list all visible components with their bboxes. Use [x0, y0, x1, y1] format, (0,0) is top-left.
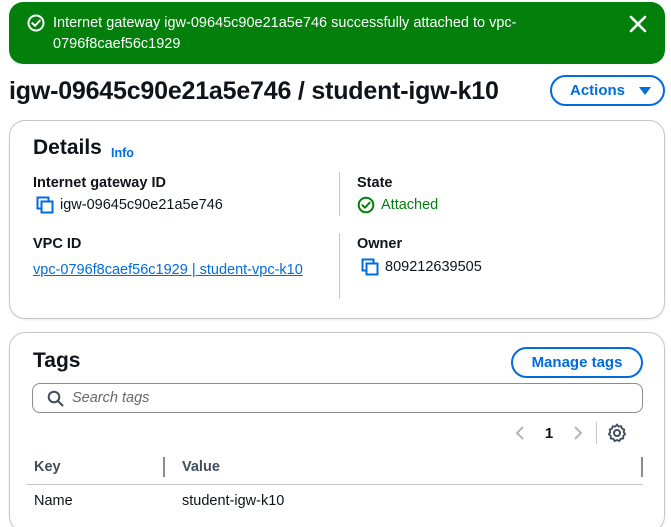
next-page-button[interactable] [568, 423, 588, 443]
caret-down-icon [639, 87, 651, 95]
state-value: Attached [381, 197, 439, 213]
table-cell-value: student-igw-k10 [182, 493, 285, 509]
chevron-right-icon [574, 426, 583, 440]
search-tags-box[interactable] [32, 383, 643, 413]
page-title: igw-09645c90e21a5e746 / student-igw-k10 [9, 77, 499, 105]
state-field: Attached [357, 196, 438, 214]
search-icon [47, 390, 64, 406]
details-panel: Details Info Internet gateway ID igw-096… [9, 120, 665, 319]
owner-value: 809212639505 [385, 259, 482, 275]
column-header-key[interactable]: Key [34, 459, 61, 475]
gear-icon[interactable] [607, 423, 627, 443]
manage-tags-button[interactable]: Manage tags [511, 347, 643, 378]
copy-icon[interactable] [36, 196, 54, 214]
copy-icon[interactable] [361, 258, 379, 276]
pager-divider [596, 422, 597, 444]
column-divider [339, 172, 340, 216]
chevron-left-icon [515, 426, 524, 440]
info-link[interactable]: Info [111, 146, 134, 160]
state-label: State [357, 175, 393, 191]
vpc-id-field: vpc-0796f8caef56c1929 | student-vpc-k10 [33, 260, 323, 281]
success-check-icon [27, 14, 45, 32]
vpc-id-link[interactable]: vpc-0796f8caef56c1929 | student-vpc-k10 [33, 262, 303, 278]
tags-panel: Tags Manage tags 1 Key Value Name stu [9, 332, 665, 527]
igw-id-value: igw-09645c90e21a5e746 [60, 197, 223, 213]
actions-button-label: Actions [570, 82, 626, 99]
column-header-value[interactable]: Value [182, 459, 220, 475]
igw-id-label: Internet gateway ID [33, 175, 166, 191]
table-header-divider [26, 484, 643, 485]
actions-button[interactable]: Actions [550, 75, 665, 106]
success-flash-banner: Internet gateway igw-09645c90e21a5e746 s… [9, 2, 665, 64]
column-resizer[interactable] [641, 457, 643, 477]
owner-label: Owner [357, 236, 403, 252]
pagination: 1 [510, 422, 627, 444]
column-divider [339, 233, 340, 299]
search-tags-input[interactable] [72, 390, 612, 406]
igw-id-field: igw-09645c90e21a5e746 [36, 196, 223, 214]
flash-message: Internet gateway igw-09645c90e21a5e746 s… [53, 15, 517, 52]
previous-page-button[interactable] [510, 423, 530, 443]
owner-field: 809212639505 [361, 258, 482, 276]
close-icon[interactable] [628, 14, 648, 34]
vpc-id-label: VPC ID [33, 236, 82, 252]
page-number-button[interactable]: 1 [530, 425, 568, 442]
details-title: Details [33, 136, 102, 159]
column-resizer[interactable] [163, 457, 165, 477]
table-cell-key: Name [34, 493, 73, 509]
tags-title: Tags [33, 349, 81, 372]
success-status-icon [357, 196, 375, 214]
